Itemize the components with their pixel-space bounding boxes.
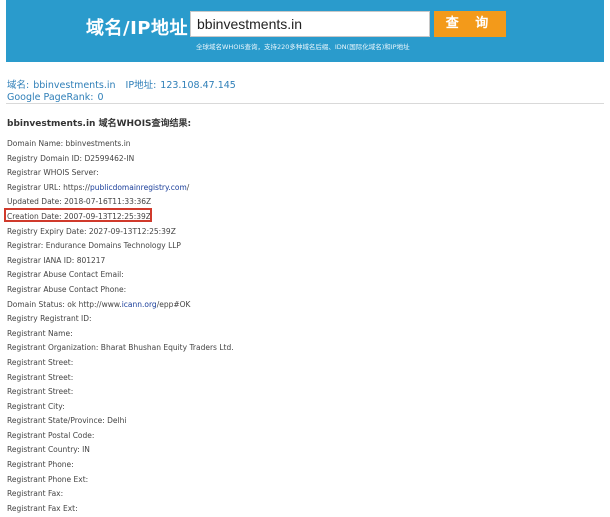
pagerank-value: 0 [97, 92, 104, 103]
whois-line: Registrant Phone Ext: [7, 474, 89, 484]
whois-line: Registrant State/Province: Delhi [7, 416, 127, 426]
whois-line: Registrant Phone: [7, 460, 74, 470]
icann-link[interactable]: icann.org [122, 300, 157, 309]
whois-line: Registrar Abuse Contact Email: [7, 270, 124, 280]
whois-line: Registry Domain ID: D2599462-IN [7, 153, 135, 163]
whois-result-title: bbinvestments.in 域名WHOIS查询结果: [7, 119, 192, 129]
whois-line-text: Registrar URL: https:// [7, 182, 91, 192]
whois-line: Registrar IANA ID: 801217 [7, 255, 106, 265]
whois-line: Registrant Street: [7, 357, 74, 367]
whois-line: Registrant Fax: [7, 489, 64, 499]
whois-record-list: Domain Name: bbinvestments.in Registry D… [7, 137, 597, 516]
whois-line: Registrant Name: [7, 328, 73, 338]
domain-search-input[interactable] [190, 11, 430, 37]
whois-line: Domain Name: bbinvestments.in [7, 139, 131, 148]
whois-line: Registrant Street: [7, 372, 74, 382]
domain-value[interactable]: bbinvestments.in [33, 80, 115, 91]
whois-line-registrar-url: Registrar URL: https://publicdomainregis… [7, 181, 597, 196]
whois-line-suffix: /epp#OK [156, 299, 191, 309]
whois-line: Registrant City: [7, 401, 65, 411]
pagerank-label: Google PageRank: [7, 92, 94, 103]
whois-line: Registrant Fax Ext: [7, 503, 78, 513]
search-note: 全球域名WHOIS查询，支持220多种域名后缀、IDN(国际化域名)和IP地址 [196, 43, 410, 51]
query-button[interactable]: 查 询 [434, 11, 506, 37]
whois-line: Registrar WHOIS Server: [7, 168, 99, 178]
divider [6, 103, 604, 104]
search-label: 域名/IP地址: [86, 18, 196, 39]
whois-line: Registrar: Endurance Domains Technology … [7, 241, 181, 251]
ip-value[interactable]: 123.108.47.145 [160, 80, 236, 91]
whois-line: Registrant Country: IN [7, 445, 90, 455]
whois-line-text: Domain Status: ok http://www. [7, 299, 122, 309]
domain-ip-line: 域名: bbinvestments.in IP地址: 123.108.47.145 [7, 77, 236, 91]
whois-line: Registry Registrant ID: [7, 314, 92, 324]
whois-line-domain-status: Domain Status: ok http://www.icann.org/e… [7, 298, 597, 313]
whois-line: Registrant Organization: Bharat Bhushan … [7, 343, 234, 353]
registrar-url-link[interactable]: publicdomainregistry.com [90, 183, 187, 192]
whois-line: Registry Expiry Date: 2027-09-13T12:25:3… [7, 226, 176, 236]
ip-label: IP地址: [125, 80, 157, 91]
whois-line: Registrar Abuse Contact Phone: [7, 284, 127, 294]
whois-line: Registrant Street: [7, 387, 74, 397]
domain-label: 域名: [7, 80, 30, 91]
whois-line-suffix: / [186, 182, 190, 192]
creation-date-highlight [4, 208, 152, 222]
whois-line: Registrant Postal Code: [7, 430, 95, 440]
pagerank-line: Google PageRank: 0 [7, 92, 104, 103]
